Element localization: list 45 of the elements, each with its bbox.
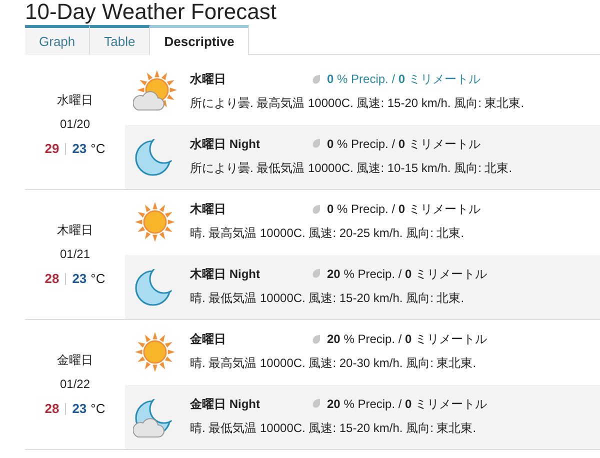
sun-icon — [133, 330, 177, 374]
low-temperature: 23 — [72, 400, 87, 418]
raindrop-icon — [312, 204, 321, 214]
forecast-description: 晴. 最低気温 10000C. 風速: 15-20 km/h. 風向: 東北東. — [190, 420, 478, 436]
sun-icon — [133, 200, 177, 244]
period-title: 金曜日 — [190, 331, 227, 348]
forecast-description: 晴. 最低気温 10000C. 風速: 15-20 km/h. 風向: 北東. — [190, 290, 466, 306]
high-temperature: 29 — [44, 140, 60, 158]
precipitation: 0 % Precip. / 0 ミリメートル — [327, 71, 480, 88]
precipitation: 20 % Precip. / 0 ミリメートル — [327, 266, 488, 282]
precipitation: 0 % Precip. / 0 ミリメートル — [327, 136, 480, 152]
period-title: 水曜日 — [190, 71, 227, 88]
tab[interactable]: Graph — [25, 25, 90, 55]
raindrop-icon — [312, 74, 321, 84]
tab[interactable]: Descriptive — [150, 25, 250, 55]
day-date: 01/21 — [60, 246, 90, 263]
page-title: 10-Day Weather Forecast — [24, 0, 278, 24]
raindrop-icon — [312, 268, 321, 279]
day-name: 水曜日 — [57, 92, 93, 109]
high-temperature: 28 — [44, 400, 60, 418]
low-temperature: 23 — [72, 140, 87, 158]
day-name: 木曜日 — [57, 222, 93, 239]
raindrop-icon — [312, 138, 321, 149]
day-date: 01/22 — [60, 376, 90, 393]
forecast-description: 所により曇. 最低気温 10000C. 風速: 10-15 km/h. 風向: 北東. — [190, 160, 512, 176]
temperature-unit: °C — [90, 400, 106, 418]
period-title: 木曜日 Night — [190, 266, 261, 282]
forecast-description: 晴. 最高気温 10000C. 風速: 20-25 km/h. 風向: 北東. — [190, 225, 466, 242]
forecast-description: 所により曇. 最高気温 10000C. 風速: 15-20 km/h. 風向: 東北東. — [190, 95, 524, 112]
temperature-unit: °C — [90, 270, 106, 288]
raindrop-icon — [312, 334, 321, 344]
precipitation: 0 % Precip. / 0 ミリメートル — [327, 201, 480, 218]
raindrop-icon — [312, 398, 321, 409]
period-title: 木曜日 — [190, 201, 227, 218]
period-title: 金曜日 Night — [190, 396, 261, 412]
low-temperature: 23 — [72, 270, 87, 288]
period-title: 水曜日 Night — [190, 136, 261, 152]
temperature-unit: °C — [90, 140, 106, 158]
precipitation: 20 % Precip. / 0 ミリメートル — [327, 396, 488, 412]
day-date: 01/20 — [60, 116, 90, 133]
precipitation: 20 % Precip. / 0 ミリメートル — [327, 331, 488, 348]
high-temperature: 28 — [44, 270, 60, 288]
day-name: 金曜日 — [57, 352, 93, 369]
forecast-description: 晴. 最高気温 10000C. 風速: 20-30 km/h. 風向: 東北東. — [190, 355, 478, 372]
tab[interactable]: Table — [90, 25, 150, 55]
